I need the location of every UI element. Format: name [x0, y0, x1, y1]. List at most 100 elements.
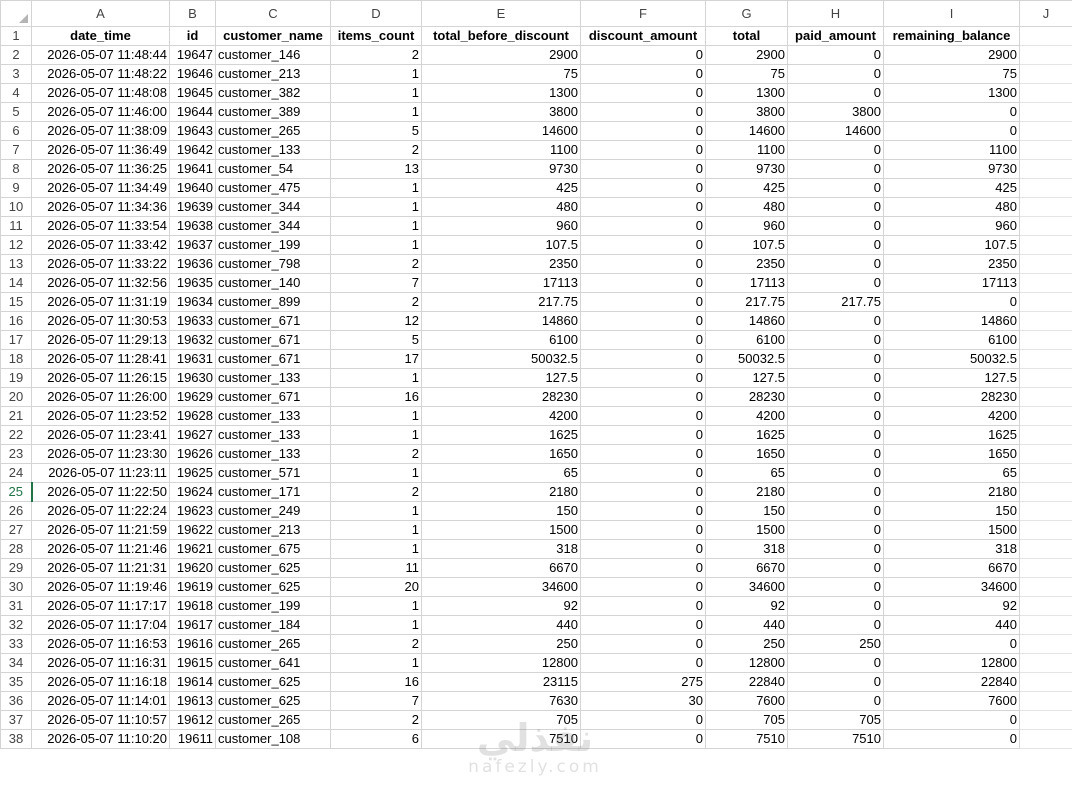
cell-date-time[interactable]: 2026-05-07 11:10:57 [31, 710, 170, 730]
cell-date-time[interactable]: 2026-05-07 11:46:00 [31, 102, 170, 122]
cell-discount-amount[interactable]: 0 [580, 444, 706, 464]
cell-paid-amount[interactable]: 0 [787, 349, 884, 369]
cell-remaining-balance[interactable]: 12800 [883, 653, 1020, 673]
cell-customer-name[interactable]: customer_54 [215, 159, 331, 179]
cell-date-time[interactable]: 2026-05-07 11:23:41 [31, 425, 170, 445]
row-header-6[interactable]: 6 [0, 121, 32, 141]
cell-customer-name[interactable]: customer_199 [215, 235, 331, 255]
cell-items-count[interactable]: 6 [330, 729, 422, 749]
column-header-h[interactable]: H [787, 0, 884, 27]
cell-total-before-discount[interactable]: 2900 [421, 45, 581, 65]
cell-id[interactable]: 19613 [169, 691, 216, 711]
cell-paid-amount[interactable]: 3800 [787, 102, 884, 122]
cell-customer-name[interactable]: customer_213 [215, 520, 331, 540]
cell-id[interactable]: 19616 [169, 634, 216, 654]
cell-remaining-balance[interactable]: 50032.5 [883, 349, 1020, 369]
row-header-9[interactable]: 9 [0, 178, 32, 198]
cell-items-count[interactable]: 16 [330, 672, 422, 692]
cell-paid-amount[interactable]: 0 [787, 216, 884, 236]
cell-items-count[interactable]: 1 [330, 83, 422, 103]
cell-paid-amount[interactable]: 0 [787, 311, 884, 331]
cell-items-count[interactable]: 1 [330, 368, 422, 388]
cell-date-time[interactable]: 2026-05-07 11:23:52 [31, 406, 170, 426]
cell-remaining-balance[interactable]: 4200 [883, 406, 1020, 426]
cell-paid-amount[interactable]: 0 [787, 140, 884, 160]
cell-date-time[interactable]: 2026-05-07 11:48:44 [31, 45, 170, 65]
cell-items-count[interactable]: 2 [330, 140, 422, 160]
cell-remaining-balance[interactable]: 0 [883, 121, 1020, 141]
cell-id[interactable]: 19644 [169, 102, 216, 122]
cell-date-time[interactable]: 2026-05-07 11:33:54 [31, 216, 170, 236]
cell-discount-amount[interactable]: 0 [580, 178, 706, 198]
cell-items-count[interactable]: 1 [330, 235, 422, 255]
row-header-29[interactable]: 29 [0, 558, 32, 578]
cell-id[interactable]: 19624 [169, 482, 216, 502]
header-cell-discount-amount[interactable]: discount_amount [580, 26, 706, 46]
row-header-30[interactable]: 30 [0, 577, 32, 597]
cell-discount-amount[interactable]: 0 [580, 501, 706, 521]
cell-total-before-discount[interactable]: 4200 [421, 406, 581, 426]
cell-id[interactable]: 19626 [169, 444, 216, 464]
empty-cell[interactable] [1019, 140, 1072, 160]
cell-date-time[interactable]: 2026-05-07 11:28:41 [31, 349, 170, 369]
row-header-15[interactable]: 15 [0, 292, 32, 312]
cell-total-before-discount[interactable]: 14600 [421, 121, 581, 141]
cell-date-time[interactable]: 2026-05-07 11:22:50 [31, 482, 170, 502]
cell-discount-amount[interactable]: 0 [580, 634, 706, 654]
cell-total[interactable]: 150 [705, 501, 788, 521]
cell-total-before-discount[interactable]: 17113 [421, 273, 581, 293]
empty-cell[interactable] [1019, 634, 1072, 654]
cell-remaining-balance[interactable]: 480 [883, 197, 1020, 217]
column-header-j[interactable]: J [1019, 0, 1072, 27]
cell-id[interactable]: 19636 [169, 254, 216, 274]
column-header-i[interactable]: I [883, 0, 1020, 27]
cell-discount-amount[interactable]: 0 [580, 64, 706, 84]
cell-date-time[interactable]: 2026-05-07 11:30:53 [31, 311, 170, 331]
cell-date-time[interactable]: 2026-05-07 11:21:46 [31, 539, 170, 559]
cell-paid-amount[interactable]: 0 [787, 444, 884, 464]
cell-customer-name[interactable]: customer_146 [215, 45, 331, 65]
cell-customer-name[interactable]: customer_671 [215, 387, 331, 407]
cell-paid-amount[interactable]: 0 [787, 64, 884, 84]
cell-total[interactable]: 34600 [705, 577, 788, 597]
cell-discount-amount[interactable]: 0 [580, 482, 706, 502]
cell-items-count[interactable]: 13 [330, 159, 422, 179]
cell-remaining-balance[interactable]: 22840 [883, 672, 1020, 692]
cell-remaining-balance[interactable]: 6670 [883, 558, 1020, 578]
cell-remaining-balance[interactable]: 17113 [883, 273, 1020, 293]
cell-customer-name[interactable]: customer_265 [215, 710, 331, 730]
cell-total-before-discount[interactable]: 50032.5 [421, 349, 581, 369]
cell-date-time[interactable]: 2026-05-07 11:17:04 [31, 615, 170, 635]
cell-items-count[interactable]: 7 [330, 273, 422, 293]
cell-total-before-discount[interactable]: 12800 [421, 653, 581, 673]
cell-remaining-balance[interactable]: 2180 [883, 482, 1020, 502]
cell-total[interactable]: 14860 [705, 311, 788, 331]
cell-id[interactable]: 19633 [169, 311, 216, 331]
cell-total[interactable]: 6100 [705, 330, 788, 350]
cell-customer-name[interactable]: customer_171 [215, 482, 331, 502]
cell-paid-amount[interactable]: 0 [787, 463, 884, 483]
header-cell-total-before-discount[interactable]: total_before_discount [421, 26, 581, 46]
cell-discount-amount[interactable]: 0 [580, 539, 706, 559]
empty-cell[interactable] [1019, 425, 1072, 445]
cell-items-count[interactable]: 2 [330, 444, 422, 464]
cell-remaining-balance[interactable]: 960 [883, 216, 1020, 236]
header-cell-remaining-balance[interactable]: remaining_balance [883, 26, 1020, 46]
cell-items-count[interactable]: 1 [330, 102, 422, 122]
cell-items-count[interactable]: 1 [330, 596, 422, 616]
cell-items-count[interactable]: 1 [330, 615, 422, 635]
column-header-f[interactable]: F [580, 0, 706, 27]
header-cell-id[interactable]: id [169, 26, 216, 46]
cell-total[interactable]: 217.75 [705, 292, 788, 312]
row-header-7[interactable]: 7 [0, 140, 32, 160]
cell-date-time[interactable]: 2026-05-07 11:36:25 [31, 159, 170, 179]
cell-total[interactable]: 75 [705, 64, 788, 84]
cell-remaining-balance[interactable]: 127.5 [883, 368, 1020, 388]
cell-total-before-discount[interactable]: 107.5 [421, 235, 581, 255]
cell-items-count[interactable]: 1 [330, 653, 422, 673]
cell-remaining-balance[interactable]: 65 [883, 463, 1020, 483]
cell-remaining-balance[interactable]: 75 [883, 64, 1020, 84]
cell-remaining-balance[interactable]: 34600 [883, 577, 1020, 597]
cell-id[interactable]: 19627 [169, 425, 216, 445]
cell-id[interactable]: 19637 [169, 235, 216, 255]
